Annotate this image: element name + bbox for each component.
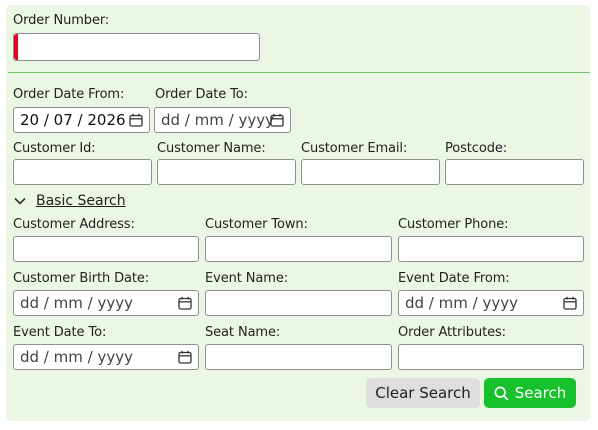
order-date-from-input[interactable]: 20 / 07 / 2026	[13, 107, 150, 133]
search-button[interactable]: Search	[484, 378, 576, 408]
chevron-down-icon	[14, 197, 26, 205]
order-attributes-input[interactable]	[398, 344, 584, 370]
section-divider	[8, 72, 590, 73]
postcode-input[interactable]	[445, 159, 584, 185]
required-marker	[14, 34, 18, 60]
basic-search-label: Basic Search	[36, 193, 126, 209]
customer-town-input[interactable]	[205, 236, 392, 262]
customer-email-input[interactable]	[301, 159, 440, 185]
customer-id-label: Customer Id:	[13, 141, 96, 156]
customer-town-label: Customer Town:	[205, 217, 308, 232]
customer-phone-label: Customer Phone:	[398, 217, 509, 232]
calendar-icon[interactable]	[178, 296, 192, 310]
event-date-to-input[interactable]: dd / mm / yyyy	[13, 344, 199, 370]
event-date-from-input[interactable]: dd / mm / yyyy	[398, 290, 584, 316]
seat-name-label: Seat Name:	[205, 325, 281, 340]
customer-birth-date-label: Customer Birth Date:	[13, 271, 150, 286]
customer-address-label: Customer Address:	[13, 217, 135, 232]
customer-name-label: Customer Name:	[157, 141, 266, 156]
order-number-input[interactable]	[13, 33, 260, 61]
customer-email-label: Customer Email:	[301, 141, 408, 156]
search-icon	[494, 386, 509, 400]
customer-id-input[interactable]	[13, 159, 152, 185]
search-button-label: Search	[514, 384, 567, 402]
order-date-from-value: 20 / 07 / 2026	[20, 111, 126, 129]
event-date-from-placeholder: dd / mm / yyyy	[405, 294, 518, 312]
event-date-from-label: Event Date From:	[398, 271, 510, 286]
calendar-icon[interactable]	[129, 113, 143, 127]
event-name-label: Event Name:	[205, 271, 289, 286]
seat-name-input[interactable]	[205, 344, 392, 370]
order-date-to-placeholder: dd / mm / yyyy	[161, 111, 274, 129]
basic-search-toggle[interactable]: Basic Search	[14, 193, 126, 209]
customer-birth-date-input[interactable]: dd / mm / yyyy	[13, 290, 199, 316]
order-date-to-label: Order Date To:	[155, 87, 248, 102]
customer-name-input[interactable]	[157, 159, 296, 185]
calendar-icon[interactable]	[563, 296, 577, 310]
customer-phone-input[interactable]	[398, 236, 584, 262]
order-date-from-label: Order Date From:	[13, 87, 125, 102]
event-name-input[interactable]	[205, 290, 392, 316]
postcode-label: Postcode:	[445, 141, 508, 156]
event-date-to-placeholder: dd / mm / yyyy	[20, 348, 133, 366]
customer-birth-date-placeholder: dd / mm / yyyy	[20, 294, 133, 312]
calendar-icon[interactable]	[270, 113, 284, 127]
clear-search-button[interactable]: Clear Search	[366, 378, 480, 408]
order-date-to-input[interactable]: dd / mm / yyyy	[154, 107, 291, 133]
order-number-label: Order Number:	[13, 13, 110, 28]
event-date-to-label: Event Date To:	[13, 325, 107, 340]
customer-address-input[interactable]	[13, 236, 199, 262]
calendar-icon[interactable]	[178, 350, 192, 364]
order-attributes-label: Order Attributes:	[398, 325, 506, 340]
